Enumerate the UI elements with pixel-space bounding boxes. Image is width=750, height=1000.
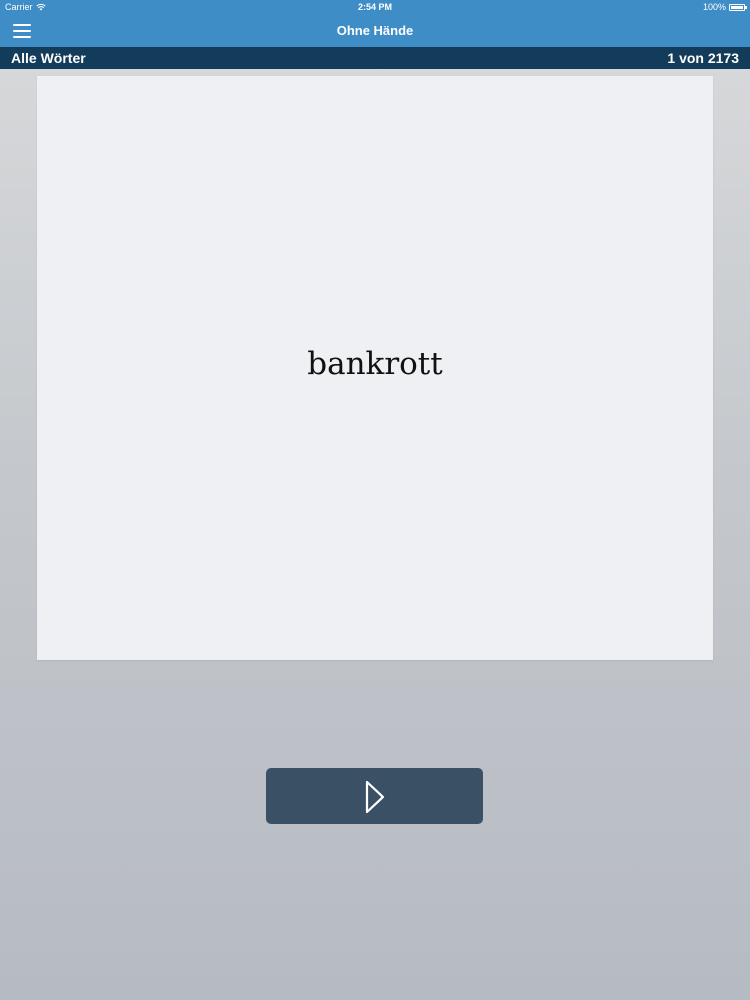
battery-icon <box>729 3 747 11</box>
list-header-bar: Alle Wörter 1 von 2173 <box>0 47 750 69</box>
word-list-name: Alle Wörter <box>11 50 86 66</box>
flashcard[interactable]: bankrott <box>37 76 713 660</box>
battery-indicator: 100% <box>702 2 747 12</box>
play-button[interactable] <box>266 768 483 824</box>
card-counter: 1 von 2173 <box>667 50 739 66</box>
status-time: 2:54 PM <box>357 2 392 12</box>
flashcard-word: bankrott <box>307 346 443 382</box>
page-title: Ohne Hände <box>336 23 414 38</box>
navigation-bar: Ohne Hände <box>0 15 750 47</box>
battery-percent: 100% <box>702 2 726 12</box>
play-icon <box>365 780 385 814</box>
status-bar: Carrier 2:54 PM 100% <box>0 0 750 15</box>
